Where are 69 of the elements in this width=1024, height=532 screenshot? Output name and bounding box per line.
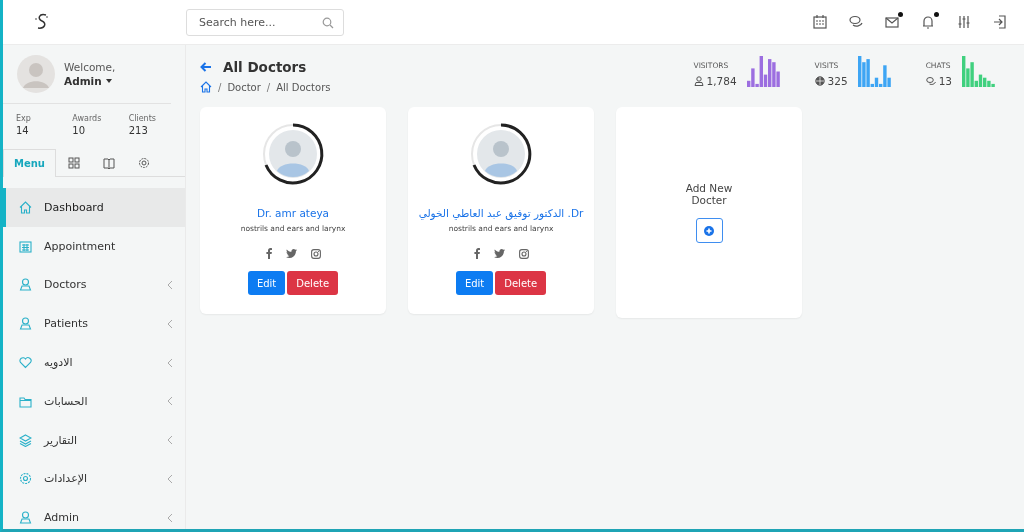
home-icon[interactable] xyxy=(200,81,212,93)
sidebar-item[interactable]: الإعدادات xyxy=(3,459,185,499)
search-field[interactable]: Search here... xyxy=(186,8,344,36)
calendar-icon[interactable] xyxy=(812,14,828,30)
stat-value: 213 xyxy=(128,125,149,136)
calendar-icon xyxy=(19,239,32,253)
sidebar-item[interactable]: التقارير xyxy=(3,420,185,460)
doctor-photo-placeholder xyxy=(468,121,534,187)
bell-icon[interactable] xyxy=(920,14,936,30)
user-icon xyxy=(19,317,32,331)
logout-icon[interactable] xyxy=(992,14,1008,30)
chat-icon[interactable] xyxy=(848,14,864,30)
grid-icon xyxy=(67,156,80,169)
welcome-text: Welcome, xyxy=(64,61,116,73)
plus-circle-icon xyxy=(704,225,714,236)
breadcrumb-separator: / xyxy=(266,81,271,93)
chat-icon xyxy=(925,76,936,86)
sidebar-item[interactable]: الحسابات xyxy=(3,382,185,421)
doctor-photo-placeholder xyxy=(260,121,326,187)
sidebar-item[interactable]: Doctors xyxy=(3,265,185,305)
edit-button[interactable]: Edit xyxy=(455,271,494,295)
folder-icon xyxy=(19,394,32,408)
add-doctor-title: Add New Docter xyxy=(684,182,734,206)
gear-icon xyxy=(19,472,32,486)
delete-button[interactable]: Delete xyxy=(495,271,547,295)
stat-value: 1,784 xyxy=(706,75,737,87)
delete-button[interactable]: Delete xyxy=(287,271,339,295)
facebook-icon[interactable] xyxy=(473,248,480,259)
sidebar-item[interactable]: Dashboard xyxy=(3,188,185,227)
breadcrumb-separator: / xyxy=(218,81,222,93)
user-menu[interactable]: Admin xyxy=(64,75,102,87)
sliders-icon[interactable] xyxy=(956,14,972,30)
twitter-icon[interactable] xyxy=(493,249,505,258)
breadcrumb-item[interactable]: Doctor xyxy=(227,81,261,93)
sidebar-item[interactable]: Patients xyxy=(3,304,185,344)
search-icon xyxy=(322,16,334,29)
stat-value: 10 xyxy=(72,125,87,136)
back-arrow-icon[interactable] xyxy=(200,62,212,72)
stat-label: Awards xyxy=(72,114,103,123)
mail-icon[interactable] xyxy=(884,14,900,30)
sidebar-item[interactable]: Admin xyxy=(3,498,185,529)
instagram-icon[interactable] xyxy=(518,248,529,259)
layers-icon xyxy=(19,433,32,447)
edit-button[interactable]: Edit xyxy=(247,271,286,295)
caret-icon[interactable] xyxy=(105,79,112,83)
home-icon xyxy=(19,200,32,214)
doctor-name[interactable]: الدكتور توفيق عبد العاطي الخولي .Dr xyxy=(418,207,584,219)
sidebar-item[interactable]: الادويه xyxy=(3,343,185,382)
breadcrumb-item: All Doctors xyxy=(276,81,331,93)
stat-value: 14 xyxy=(16,125,30,136)
stat-label: Clients xyxy=(128,114,157,123)
user-icon xyxy=(19,511,32,525)
sidebar-item[interactable]: Appointment xyxy=(3,226,185,266)
stat-label: Exp xyxy=(16,114,32,123)
user-icon xyxy=(19,278,32,292)
add-button[interactable] xyxy=(695,218,723,243)
page-title: All Doctors xyxy=(223,59,307,75)
book-icon xyxy=(102,156,115,169)
stat-value: 13 xyxy=(938,75,952,87)
twitter-icon[interactable] xyxy=(285,249,297,258)
heart-icon xyxy=(19,356,32,370)
stat-value: 325 xyxy=(827,75,848,87)
doctor-name[interactable]: Dr. amr ateya xyxy=(256,207,330,219)
instagram-icon[interactable] xyxy=(310,248,321,259)
facebook-icon[interactable] xyxy=(265,248,272,259)
person-icon xyxy=(693,76,704,86)
gear-icon xyxy=(137,156,150,169)
globe-icon xyxy=(814,76,825,86)
avatar-icon xyxy=(17,55,55,93)
